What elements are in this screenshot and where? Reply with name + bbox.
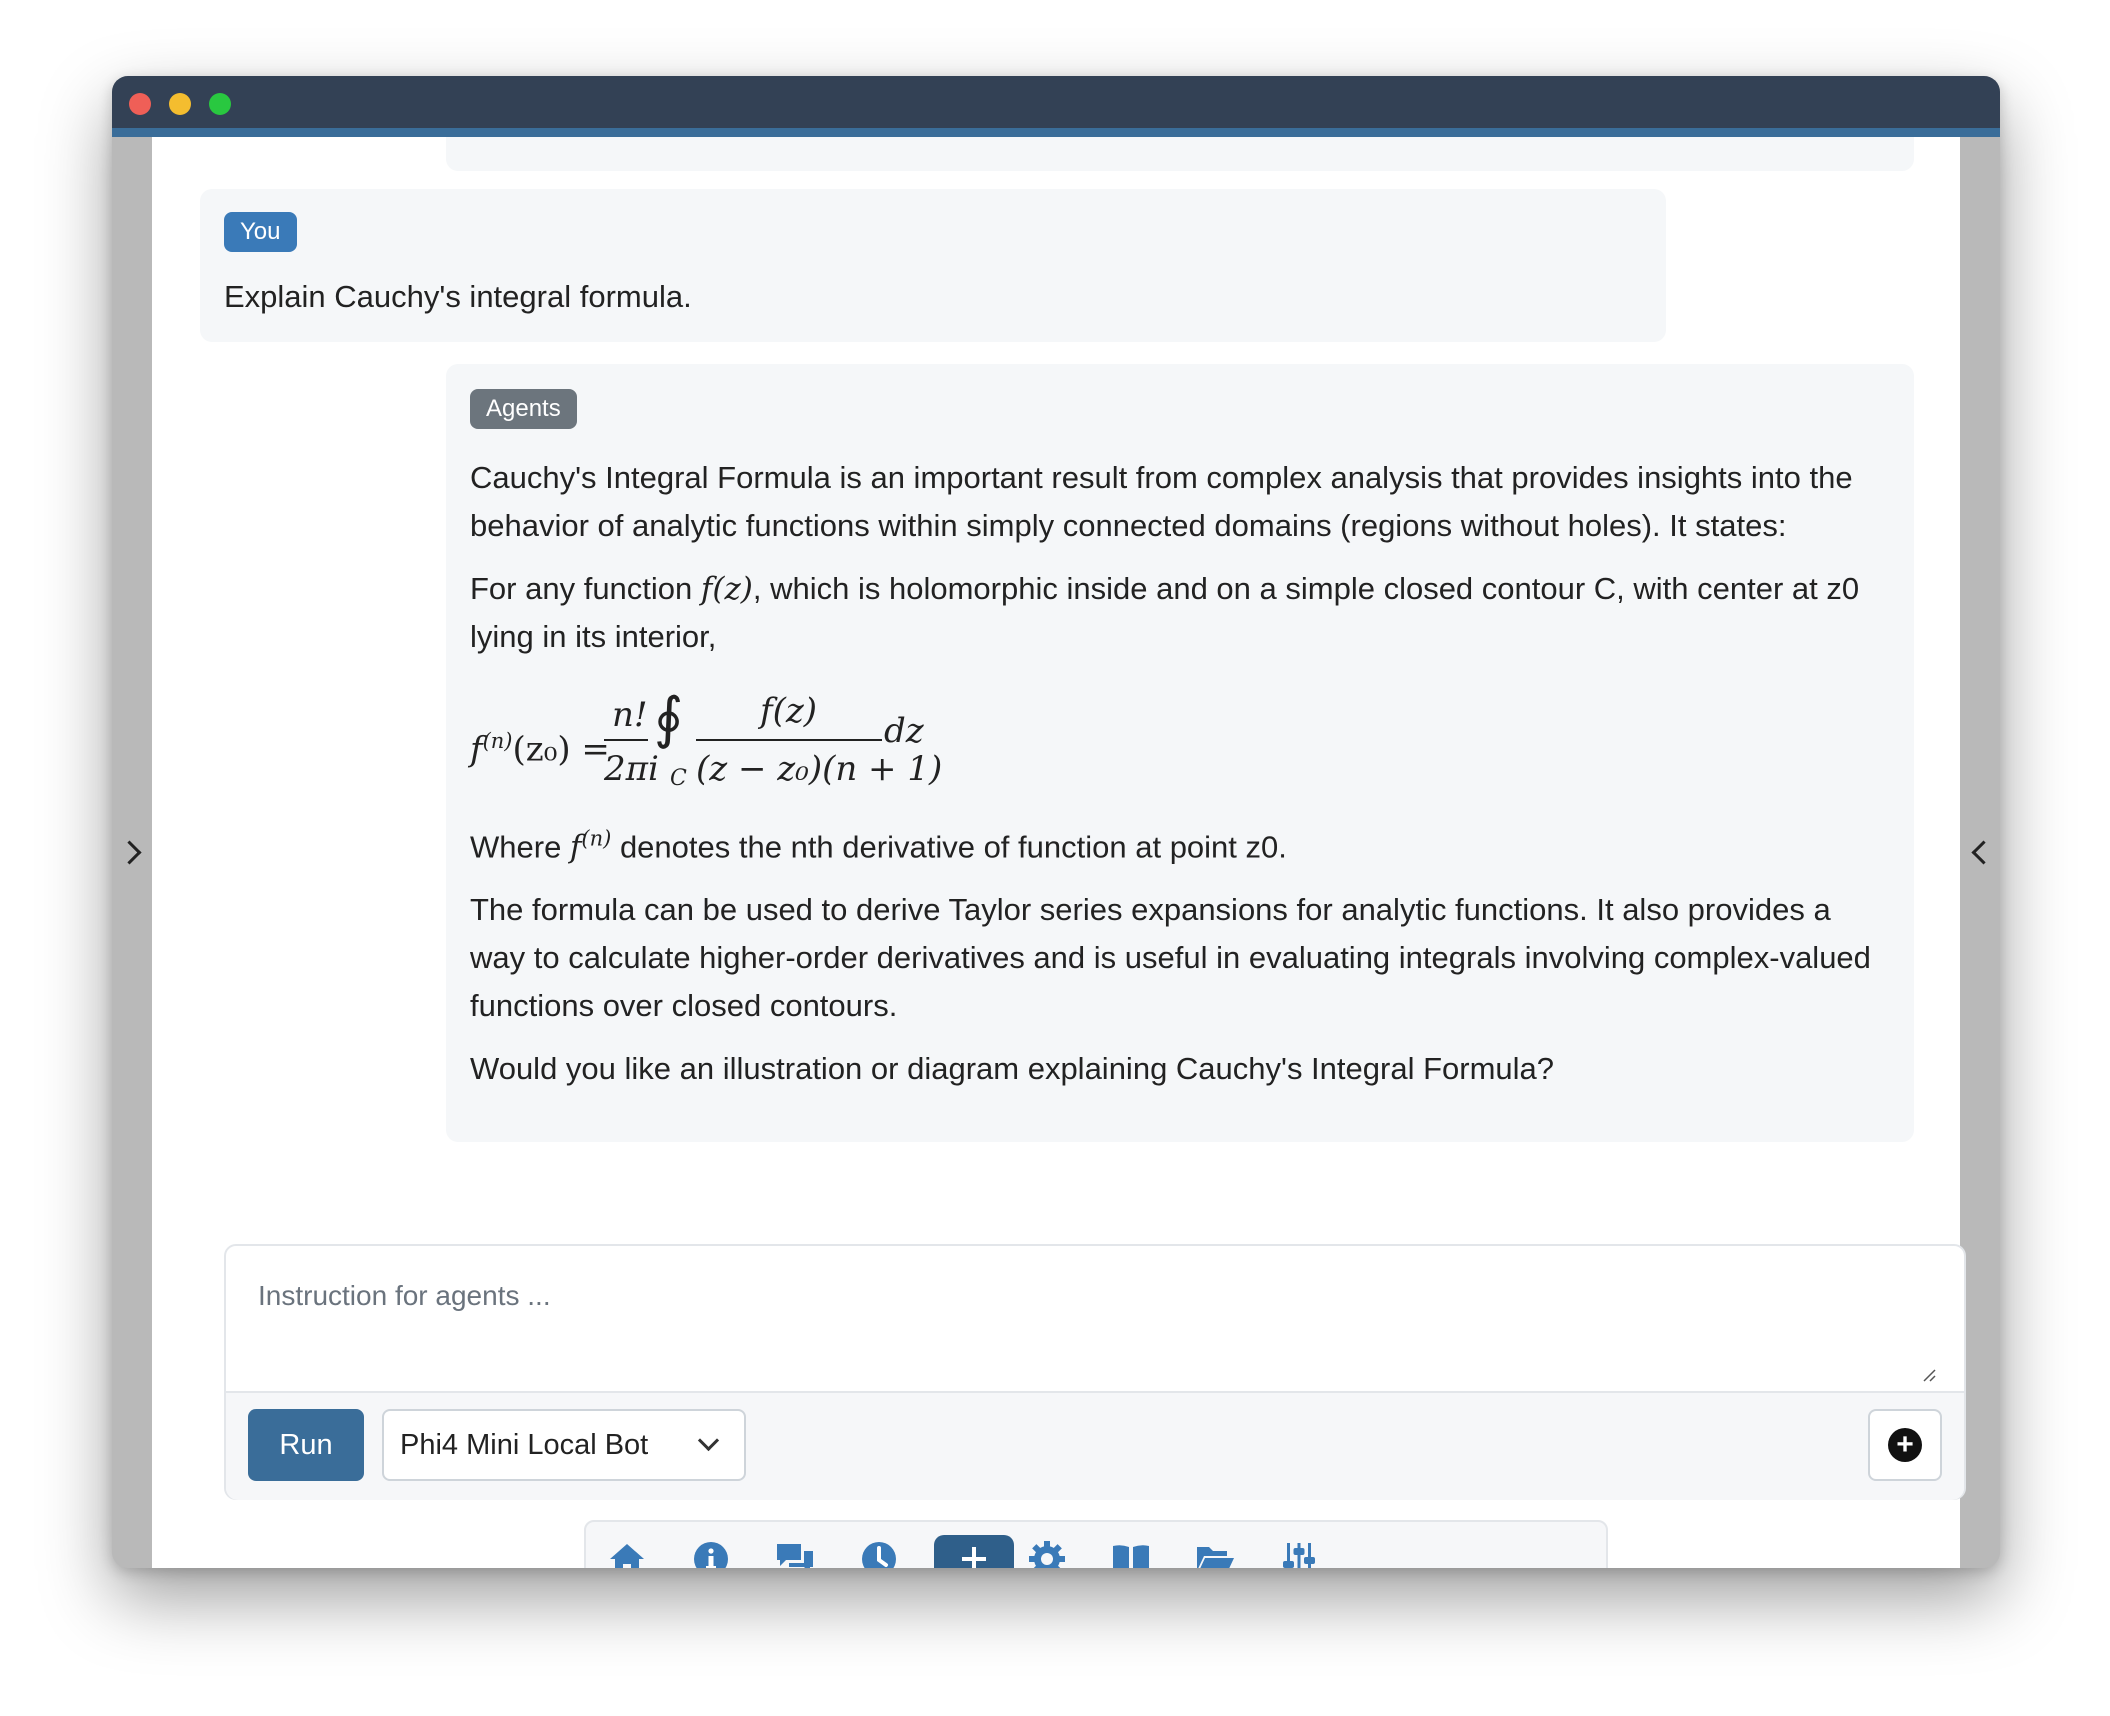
agent-paragraph: For any function f(z), which is holomorp… (470, 565, 1890, 661)
text-span: denotes the nth derivative of function a… (611, 829, 1287, 865)
tuning-button[interactable] (1276, 1536, 1322, 1568)
agent-message-body: Cauchy's Integral Formula is an importan… (470, 454, 1890, 1108)
agent-message: Agents Cauchy's Integral Formula is an i… (446, 364, 1914, 1142)
home-icon (610, 1544, 644, 1568)
frac2-numerator: f(z) (760, 691, 818, 731)
agent-paragraph: Cauchy's Integral Formula is an importan… (470, 460, 1853, 543)
user-message-text: Explain Cauchy's integral formula. (224, 279, 692, 314)
maximize-window-button[interactable] (209, 93, 231, 115)
app-window: You Explain Cauchy's integral formula. A… (112, 76, 2000, 1568)
bottom-toolbar (584, 1520, 1608, 1568)
home-button[interactable] (604, 1536, 650, 1568)
model-select-value: Phi4 Mini Local Bot (400, 1428, 649, 1461)
agents-badge: Agents (470, 389, 577, 429)
history-icon (862, 1542, 896, 1568)
chat-button[interactable] (772, 1536, 818, 1568)
info-icon (694, 1542, 728, 1568)
agent-paragraph: The formula can be used to derive Taylor… (470, 892, 1871, 1024)
contour-integral-icon: ∮ (654, 686, 684, 751)
right-panel-toggle[interactable] (1960, 137, 2000, 1568)
composer-actions: Run Phi4 Mini Local Bot + (226, 1391, 1964, 1500)
text-span: Where (470, 829, 570, 865)
folder-open-icon (1197, 1547, 1234, 1568)
resize-handle-icon[interactable] (1922, 1368, 1936, 1382)
formula-dz: dz (884, 711, 924, 751)
add-button[interactable] (934, 1535, 1014, 1568)
title-bar-accent (112, 128, 2000, 137)
chat-area: You Explain Cauchy's integral formula. A… (152, 137, 1966, 1568)
chat-icon (777, 1544, 813, 1568)
chevron-right-icon (116, 840, 142, 865)
frac1-numerator: n! (612, 695, 648, 735)
inline-math: f(n) (569, 827, 612, 866)
add-attachment-button[interactable]: + (1868, 1409, 1942, 1481)
chevron-down-icon (697, 1429, 720, 1452)
text-span: For any function (470, 571, 701, 606)
close-window-button[interactable] (129, 93, 151, 115)
left-panel-toggle[interactable] (112, 137, 152, 1568)
instruction-input[interactable] (226, 1246, 1964, 1391)
files-button[interactable] (1192, 1536, 1238, 1568)
formula: f(n)(z₀) = n! 2πi ∮ C f(z) (z − z₀)(n + … (470, 677, 1890, 805)
frac1-denominator: 2πi (604, 749, 659, 789)
previous-message (446, 137, 1914, 171)
docs-button[interactable] (1108, 1536, 1154, 1568)
agent-paragraph: Where f(n) denotes the nth derivative of… (470, 815, 1890, 871)
composer: Run Phi4 Mini Local Bot + (224, 1244, 1966, 1500)
run-button[interactable]: Run (248, 1409, 364, 1481)
history-button[interactable] (856, 1536, 902, 1568)
sliders-icon (1283, 1543, 1315, 1568)
chevron-left-icon (1970, 840, 1996, 865)
plus-circle-icon: + (1888, 1428, 1922, 1462)
title-bar (112, 76, 2000, 128)
book-icon (1113, 1545, 1149, 1568)
settings-icon (1029, 1541, 1065, 1568)
add-icon (962, 1547, 986, 1568)
formula-lhs: f(n)(z₀) = (470, 729, 610, 770)
user-message: You Explain Cauchy's integral formula. (200, 189, 1666, 342)
inline-math: f(z) (700, 571, 753, 607)
minimize-window-button[interactable] (169, 93, 191, 115)
integral-subscript: C (670, 766, 687, 791)
info-button[interactable] (688, 1536, 734, 1568)
agent-paragraph: Would you like an illustration or diagra… (470, 1051, 1555, 1087)
settings-button[interactable] (1024, 1536, 1070, 1568)
user-badge: You (224, 212, 297, 252)
model-select[interactable]: Phi4 Mini Local Bot (382, 1409, 746, 1481)
